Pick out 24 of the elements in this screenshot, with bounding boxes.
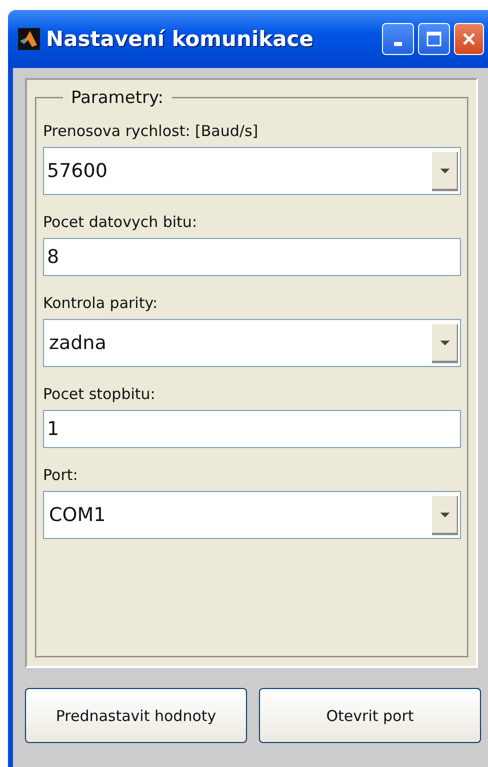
dropdown[interactable]: zadna: [43, 319, 461, 367]
close-icon: [461, 31, 477, 47]
window-title: Nastavení komunikace: [46, 27, 314, 51]
group-title: Parametry:: [70, 88, 165, 108]
minimize-button[interactable]: [382, 23, 414, 55]
dropdown-arrow-icon: [432, 493, 458, 537]
field-label: Pocet datovych bitu:: [43, 212, 198, 233]
dropdown[interactable]: COM1: [43, 491, 461, 539]
field-label: Prenosova rychlost: [Baud/s]: [43, 121, 260, 142]
close-button[interactable]: [454, 23, 484, 55]
minimize-icon: [394, 42, 402, 46]
action-button[interactable]: Otevrit port: [259, 688, 481, 743]
field-label: Pocet stopbitu:: [43, 384, 156, 405]
action-button[interactable]: Prednastavit hodnoty: [25, 688, 247, 743]
maximize-icon: [426, 31, 442, 47]
field-label: Kontrola parity:: [43, 293, 159, 314]
dropdown[interactable]: 57600: [43, 147, 461, 195]
input-field[interactable]: 8: [43, 238, 461, 276]
app-icon: [18, 28, 40, 50]
field-label: Port:: [43, 465, 79, 486]
dropdown-arrow-icon: [432, 321, 458, 365]
dropdown-arrow-icon: [432, 149, 458, 193]
maximize-button[interactable]: [418, 23, 450, 55]
input-field[interactable]: 1: [43, 410, 461, 448]
